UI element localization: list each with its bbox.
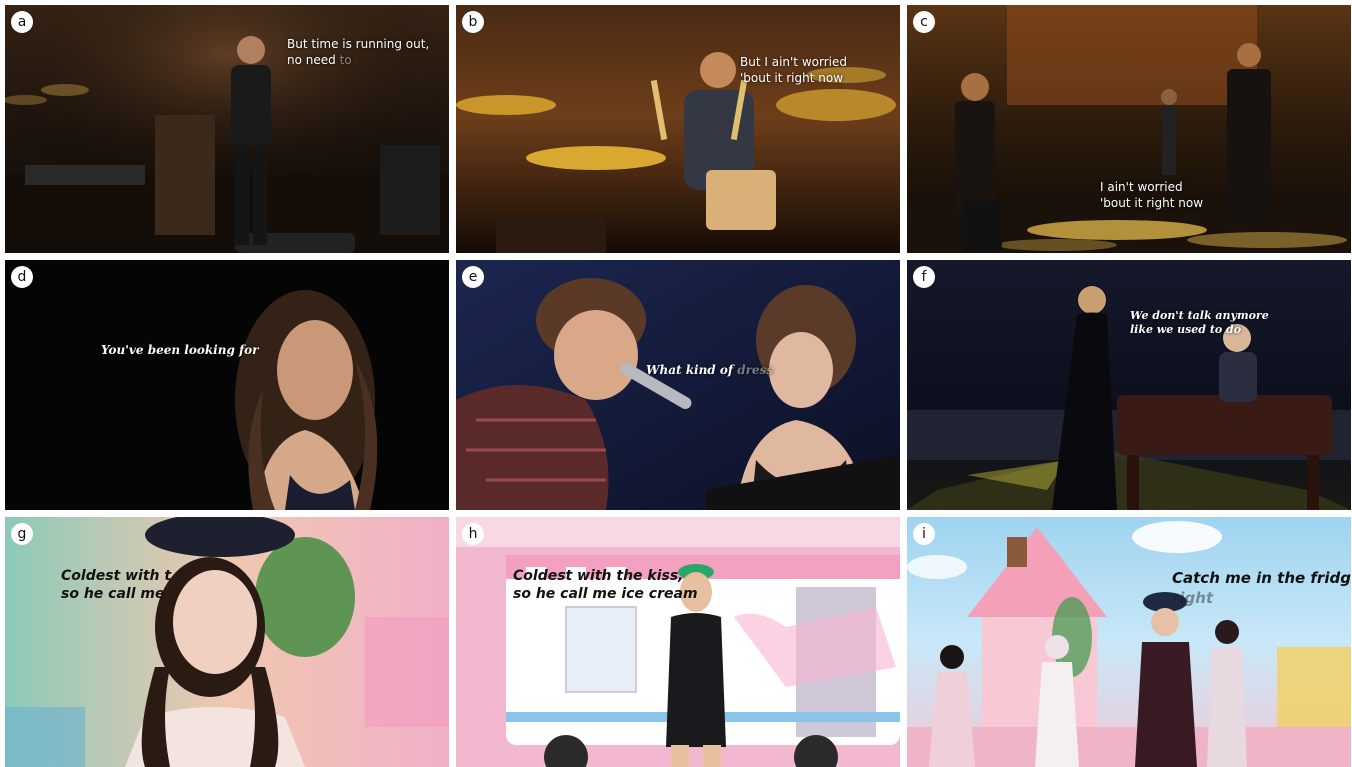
panel-f: f We don't talk anymore like we used to … (907, 260, 1351, 510)
lyric-upcoming-word: to (339, 52, 352, 67)
lyric-line: so he call me ice cream (513, 586, 698, 603)
lyric-line: We don't talk anymore (1130, 309, 1269, 322)
panel-h-scene (456, 517, 900, 767)
panel-i: i Catch me in the fridge, right (907, 517, 1351, 767)
panel-h: h Coldest with the kiss, so he call me i… (456, 517, 900, 767)
lyric-line: You've been looking for (101, 343, 259, 357)
lyric-line: 'bout it right now (740, 70, 844, 85)
panel-g-scene (5, 517, 449, 767)
panel-e: e What kind of dress (456, 260, 900, 510)
panel-d-scene (5, 260, 449, 510)
lyric-line: Coldest with the kiss, (513, 568, 684, 584)
panel-label: i (913, 523, 935, 545)
lyric-caption: But I ain't worried 'bout it right now (740, 55, 847, 86)
panel-label: d (11, 266, 33, 288)
panel-label: f (913, 266, 935, 288)
lyric-caption: Coldest with the kiss, so he call me ice… (513, 567, 698, 603)
panel-label: g (11, 523, 33, 545)
lyric-caption: But time is running out, no need to (287, 37, 429, 68)
lyric-caption: Catch me in the fridge, right (1172, 569, 1351, 608)
panel-label: a (11, 11, 33, 33)
lyric-line: What kind of (646, 363, 734, 377)
panel-i-scene (907, 517, 1351, 767)
panel-label: b (462, 11, 484, 33)
panel-f-scene (907, 260, 1351, 510)
lyric-upcoming-word: dress (737, 363, 774, 377)
lyric-line: Coldest with t (61, 568, 172, 584)
panel-c: c I ain't worried 'bout it right now (907, 5, 1351, 253)
lyric-line: 'bout it right now (1100, 195, 1204, 210)
panel-label: c (913, 11, 935, 33)
panel-g: g Coldest with t so he call me (5, 517, 449, 767)
lyric-line: Catch me in the fridge, (1172, 569, 1351, 587)
panel-label: h (462, 523, 484, 545)
lyric-caption: Coldest with t so he call me (61, 567, 171, 603)
lyric-upcoming-word: right (1172, 588, 1214, 607)
panel-label: e (462, 266, 484, 288)
image-grid: a But time is running out, no need to b … (0, 0, 1352, 767)
lyric-line: so he call me (61, 586, 165, 603)
panel-a: a But time is running out, no need to (5, 5, 449, 253)
lyric-caption: I ain't worried 'bout it right now (1100, 180, 1203, 211)
lyric-line: no need (287, 52, 336, 67)
lyric-caption: You've been looking for (101, 343, 259, 359)
lyric-line: I ain't worried (1100, 180, 1183, 194)
panel-b: b But I ain't worried 'bout it right now (456, 5, 900, 253)
lyric-caption: We don't talk anymore like we used to do (1130, 309, 1269, 338)
lyric-line: But I ain't worried (740, 55, 847, 69)
panel-d: d You've been looking for (5, 260, 449, 510)
lyric-line: But time is running out, (287, 37, 430, 51)
panel-b-scene (456, 5, 900, 253)
lyric-caption: What kind of dress (646, 363, 773, 379)
panel-c-scene (907, 5, 1351, 253)
lyric-line: like we used to do (1130, 323, 1242, 337)
panel-e-scene (456, 260, 900, 510)
